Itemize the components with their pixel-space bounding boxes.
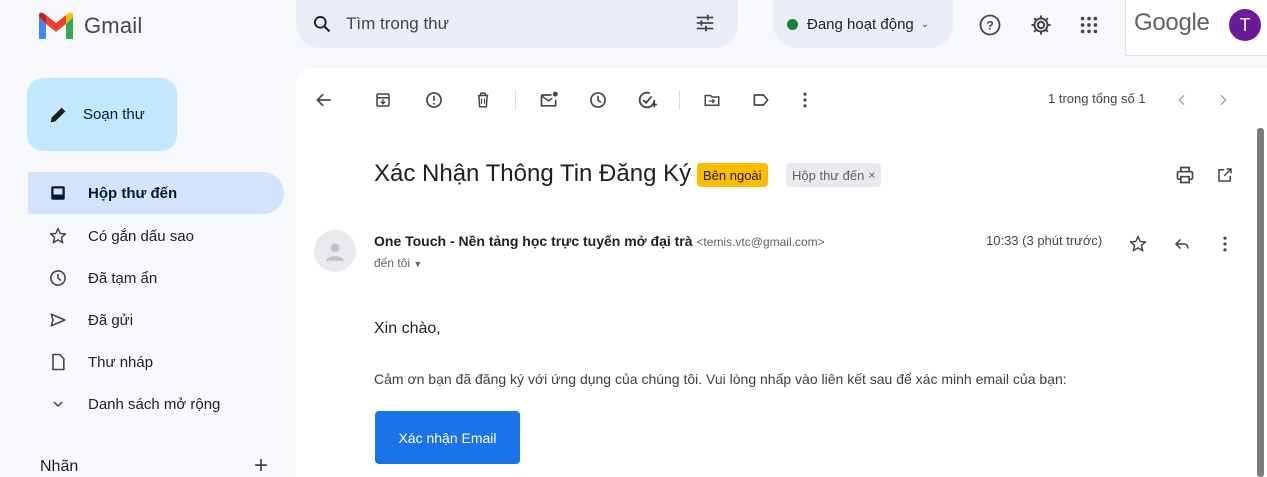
external-badge: Bên ngoài — [697, 163, 768, 187]
sidebar-item-drafts[interactable]: Thư nháp — [28, 341, 284, 383]
sidebar-item-label: Đã tạm ẩn — [88, 269, 158, 287]
open-new-window-icon[interactable] — [1213, 163, 1237, 187]
verify-email-button[interactable]: Xác nhận Email — [375, 411, 520, 464]
close-icon[interactable]: × — [868, 168, 875, 182]
sender-name[interactable]: One Touch - Nền tảng học trực tuyến mở đ… — [374, 233, 693, 249]
compose-label: Soạn thư — [83, 106, 145, 123]
toolbar-divider — [679, 90, 680, 110]
label-chip-text: Hộp thư đến — [792, 167, 865, 183]
sidebar-item-label: Thư nháp — [88, 353, 154, 371]
status-selector[interactable]: Đang hoạt động ⌄ — [773, 0, 953, 48]
more-options-icon[interactable] — [793, 88, 817, 112]
sidebar-item-label: Có gắn dấu sao — [88, 227, 194, 245]
chevron-down-icon — [48, 394, 68, 414]
snooze-icon[interactable] — [586, 88, 610, 112]
search-options-icon[interactable] — [694, 12, 716, 34]
gmail-m-icon — [39, 12, 73, 39]
label-icon[interactable] — [749, 88, 773, 112]
move-to-icon[interactable] — [700, 88, 724, 112]
report-spam-icon[interactable] — [422, 88, 446, 112]
print-icon[interactable] — [1173, 163, 1197, 187]
search-icon[interactable] — [312, 14, 332, 34]
person-icon — [326, 243, 344, 261]
compose-button[interactable]: Soạn thư — [27, 78, 177, 151]
archive-icon[interactable] — [371, 88, 395, 112]
search-bar[interactable]: Tìm trong thư — [296, 0, 738, 48]
add-label-button[interactable]: + — [254, 452, 268, 477]
next-message-icon[interactable] — [1211, 88, 1235, 112]
pencil-icon — [47, 104, 69, 126]
sender-line: One Touch - Nền tảng học trực tuyến mở đ… — [374, 233, 825, 249]
sender-avatar — [314, 230, 356, 272]
prev-message-icon[interactable] — [1170, 88, 1194, 112]
sidebar-item-label: Danh sách mở rộng — [88, 395, 221, 413]
inbox-label-chip[interactable]: Hộp thư đến × — [786, 163, 882, 187]
sender-email: <temis.vtc@gmail.com> — [696, 235, 825, 249]
email-subject: Xác Nhận Thông Tin Đăng Ký — [374, 160, 692, 187]
reply-icon[interactable] — [1170, 232, 1194, 256]
back-button[interactable] — [312, 88, 336, 112]
labels-heading: Nhãn — [40, 458, 79, 475]
gmail-logo[interactable]: Gmail — [36, 8, 142, 44]
message-more-icon[interactable] — [1213, 232, 1237, 256]
sidebar-item-inbox[interactable]: Hộp thư đến — [28, 172, 284, 214]
star-icon — [48, 226, 68, 246]
toolbar-divider — [515, 90, 516, 110]
avatar[interactable]: T — [1229, 9, 1261, 41]
svg-text:?: ? — [986, 19, 993, 33]
status-dot — [787, 18, 798, 30]
search-input[interactable]: Tìm trong thư — [346, 14, 449, 34]
message-time: 10:33 (3 phút trước) — [986, 233, 1103, 248]
clock-icon — [48, 268, 68, 288]
email-body: Cảm ơn bạn đã đăng ký với ứng dụng của c… — [374, 371, 1067, 387]
recipient-details[interactable]: đến tôi ▼ — [374, 256, 422, 270]
sidebar-item-snoozed[interactable]: Đã tạm ẩn — [28, 257, 284, 299]
chevron-down-icon: ⌄ — [920, 18, 930, 30]
star-icon[interactable] — [1126, 232, 1150, 256]
email-greeting: Xin chào, — [374, 320, 441, 337]
settings-icon[interactable] — [1028, 12, 1054, 38]
inbox-icon — [48, 183, 68, 203]
sidebar-item-more[interactable]: Danh sách mở rộng — [28, 383, 284, 425]
app-name: Gmail — [84, 13, 143, 38]
pagination-text: 1 trong tổng số 1 — [1048, 91, 1146, 106]
sidebar-item-label: Hộp thư đến — [88, 184, 178, 202]
recipient-text: đến tôi — [374, 256, 411, 270]
caret-down-icon: ▼ — [413, 259, 423, 269]
status-label: Đang hoạt động — [807, 15, 914, 33]
draft-icon — [48, 352, 68, 372]
sidebar-item-sent[interactable]: Đã gửi — [28, 299, 284, 341]
sidebar-item-label: Đã gửi — [88, 311, 134, 329]
mark-unread-icon[interactable] — [537, 88, 561, 112]
scrollbar[interactable] — [1257, 128, 1264, 477]
sidebar-item-starred[interactable]: Có gắn dấu sao — [28, 215, 284, 257]
send-icon — [48, 310, 68, 330]
apps-grid-icon[interactable] — [1076, 12, 1102, 38]
help-icon[interactable]: ? — [977, 12, 1003, 38]
google-logo[interactable]: Google — [1134, 9, 1210, 37]
delete-icon[interactable] — [471, 88, 495, 112]
add-task-icon[interactable] — [635, 88, 659, 112]
